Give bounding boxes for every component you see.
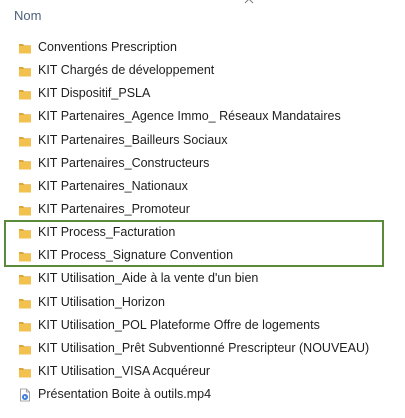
item-label: KIT Dispositif_PSLA: [38, 86, 151, 101]
folder-icon: [19, 344, 31, 355]
item-label: KIT Process_Facturation: [38, 225, 176, 240]
file-item[interactable]: Présentation Boite à outils.mp4: [0, 384, 405, 407]
folder-icon: [19, 113, 31, 123]
item-label: KIT Process_Signature Convention: [38, 248, 234, 263]
item-label: KIT Partenaires_Constructeurs: [38, 155, 210, 170]
folder-item[interactable]: KIT Utilisation_VISA Acquéreur: [0, 361, 405, 384]
file-explorer-list: Nom Conventions Prescription KIT Chargés…: [0, 0, 405, 418]
name-column-header[interactable]: Nom: [14, 8, 41, 23]
folder-item[interactable]: KIT Utilisation_Prêt Subventionné Prescr…: [0, 338, 405, 361]
folder-icon: [19, 44, 31, 54]
folder-icon: [19, 159, 31, 170]
folder-item[interactable]: KIT Partenaires_Agence Immo_ Réseaux Man…: [0, 106, 405, 129]
folder-icon: [19, 275, 31, 285]
folder-icon: [19, 136, 31, 146]
folder-icon: [19, 90, 31, 100]
folder-item[interactable]: KIT Chargés de développement: [0, 60, 405, 83]
item-label: KIT Utilisation_POL Plateforme Offre de …: [38, 317, 320, 332]
folder-icon: [19, 252, 31, 262]
folder-item[interactable]: Conventions Prescription: [0, 37, 405, 60]
item-label: KIT Chargés de développement: [38, 63, 215, 78]
item-label: KIT Partenaires_Agence Immo_ Réseaux Man…: [38, 109, 341, 124]
item-label: KIT Partenaires_Bailleurs Sociaux: [38, 132, 228, 147]
folder-icon: [19, 298, 31, 308]
folder-icon: [19, 182, 31, 193]
folder-icon: [19, 67, 31, 77]
folder-icon: [19, 229, 31, 239]
item-label: KIT Utilisation_VISA Acquéreur: [38, 363, 211, 378]
folder-item[interactable]: KIT Utilisation_POL Plateforme Offre de …: [0, 315, 405, 338]
item-label: Conventions Prescription: [38, 40, 177, 54]
folder-item[interactable]: KIT Partenaires_Nationaux: [0, 176, 405, 199]
file-list: Conventions Prescription KIT Chargés de …: [0, 37, 405, 407]
folder-item[interactable]: KIT Partenaires_Bailleurs Sociaux: [0, 130, 405, 153]
folder-icon: [19, 367, 31, 378]
folder-item[interactable]: KIT Dispositif_PSLA: [0, 83, 405, 106]
item-label: KIT Utilisation_Aide à la vente d'un bie…: [38, 271, 259, 286]
chevron-up-icon[interactable]: [242, 0, 256, 6]
item-label: KIT Utilisation_Prêt Subventionné Prescr…: [38, 340, 370, 355]
folder-item[interactable]: KIT Partenaires_Constructeurs: [0, 153, 405, 176]
folder-icon: [19, 205, 31, 216]
video-file-icon: [20, 388, 30, 402]
item-label: KIT Utilisation_Horizon: [38, 294, 165, 309]
folder-item[interactable]: KIT Process_Signature Convention: [0, 245, 405, 268]
folder-item[interactable]: KIT Utilisation_Horizon: [0, 292, 405, 315]
folder-item[interactable]: KIT Process_Facturation: [0, 222, 405, 245]
folder-item[interactable]: KIT Utilisation_Aide à la vente d'un bie…: [0, 268, 405, 291]
folder-item[interactable]: KIT Partenaires_Promoteur: [0, 199, 405, 222]
folder-icon: [19, 321, 31, 332]
item-label: KIT Partenaires_Promoteur: [38, 201, 190, 216]
column-header: Nom: [0, 0, 405, 28]
item-label: Présentation Boite à outils.mp4: [38, 387, 212, 402]
item-label: KIT Partenaires_Nationaux: [38, 178, 188, 193]
